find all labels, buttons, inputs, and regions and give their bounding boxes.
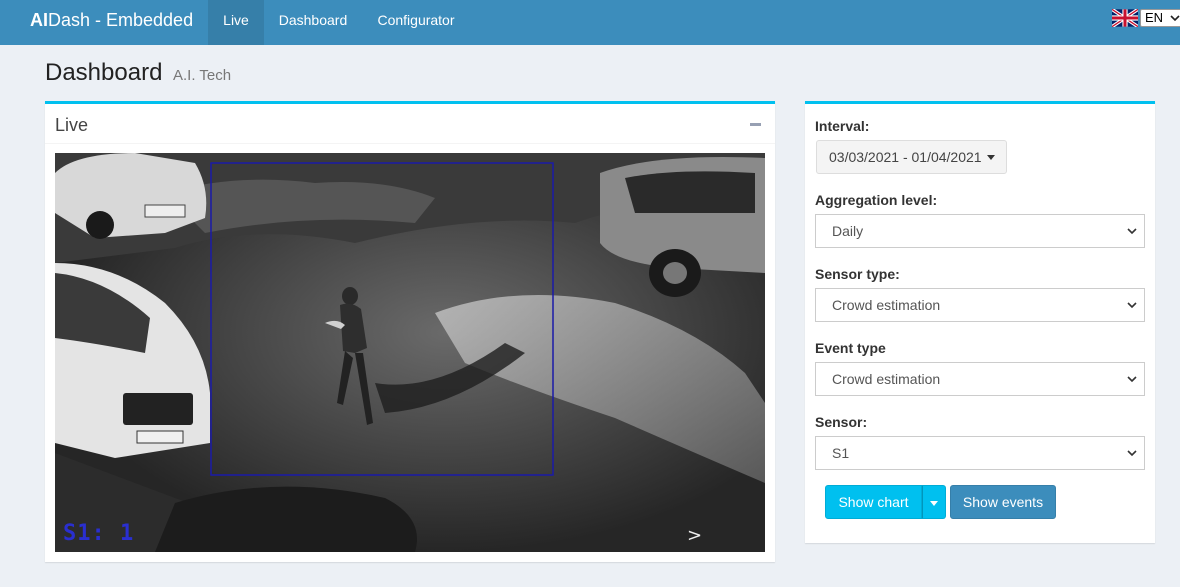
chevron-down-icon xyxy=(1127,302,1137,309)
caret-down-icon xyxy=(987,155,995,160)
sensor-type-value: Crowd estimation xyxy=(832,297,941,313)
camera-feed[interactable]: S1: 1 > xyxy=(55,153,765,552)
camera-image xyxy=(55,153,765,552)
filter-box: Interval: 03/03/2021 - 01/04/2021 Aggreg… xyxy=(805,101,1155,543)
caret-down-icon xyxy=(930,501,938,506)
app-brand[interactable]: AIDash - Embedded xyxy=(0,0,208,45)
interval-label: Interval: xyxy=(815,118,870,134)
page-subtitle: A.I. Tech xyxy=(173,67,232,84)
sensor-type-label: Sensor type: xyxy=(815,266,900,282)
nav-dashboard[interactable]: Dashboard xyxy=(264,0,362,45)
aggregation-label: Aggregation level: xyxy=(815,192,938,208)
chevron-down-icon xyxy=(1170,15,1180,22)
event-type-select[interactable]: Crowd estimation xyxy=(815,362,1145,396)
uk-flag-icon xyxy=(1112,9,1138,27)
sensor-count-overlay: S1: 1 xyxy=(63,521,135,546)
language-value: EN xyxy=(1145,10,1164,25)
live-box: Live S1: 1 > xyxy=(45,101,775,562)
sensor-label: Sensor: xyxy=(815,414,868,430)
chevron-down-icon xyxy=(1127,376,1137,383)
aggregation-select[interactable]: Daily xyxy=(815,214,1145,248)
brand-bold: AI xyxy=(30,10,48,30)
sensor-select[interactable]: S1 xyxy=(815,436,1145,470)
top-navbar: AIDash - Embedded Live Dashboard Configu… xyxy=(0,0,1180,45)
show-events-button[interactable]: Show events xyxy=(950,485,1056,519)
chevron-down-icon xyxy=(1127,450,1137,457)
page-title: Dashboard xyxy=(45,59,163,86)
nav-configurator[interactable]: Configurator xyxy=(362,0,470,45)
aggregation-value: Daily xyxy=(832,223,864,239)
sensor-type-select[interactable]: Crowd estimation xyxy=(815,288,1145,322)
brand-rest: Dash - Embedded xyxy=(48,10,194,30)
event-type-label: Event type xyxy=(815,340,886,356)
nav-live[interactable]: Live xyxy=(208,0,264,45)
sensor-value: S1 xyxy=(832,445,850,461)
show-chart-button[interactable]: Show chart xyxy=(825,485,922,519)
show-chart-dropdown-toggle[interactable] xyxy=(922,485,946,519)
interval-value: 03/03/2021 - 01/04/2021 xyxy=(829,149,982,165)
live-box-header: Live xyxy=(45,104,775,144)
overlay-marker: > xyxy=(687,525,703,546)
interval-daterange-button[interactable]: 03/03/2021 - 01/04/2021 xyxy=(816,140,1007,174)
live-box-title: Live xyxy=(55,115,89,135)
collapse-icon[interactable] xyxy=(750,123,761,126)
language-select[interactable]: EN xyxy=(1140,9,1180,27)
event-type-value: Crowd estimation xyxy=(832,371,941,387)
chevron-down-icon xyxy=(1127,228,1137,235)
